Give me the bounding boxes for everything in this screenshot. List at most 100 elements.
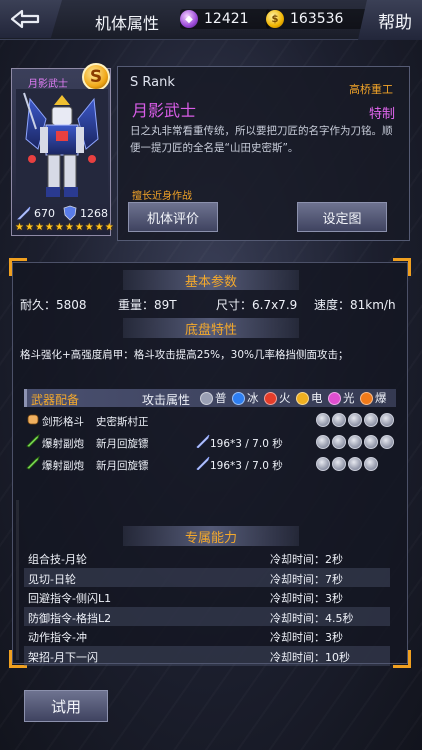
element-slot-icon bbox=[348, 457, 362, 471]
custom-tag: 特制 bbox=[368, 107, 395, 122]
rank-badge: S bbox=[82, 63, 110, 91]
sword-icon bbox=[17, 206, 31, 220]
page-title: 机体属性 bbox=[95, 14, 160, 33]
back-button[interactable] bbox=[0, 0, 62, 38]
unit-evaluation-button[interactable]: 机体评价 bbox=[128, 202, 218, 232]
ability-row[interactable]: 动作指令-冲 冷却时间：3秒 bbox=[24, 626, 390, 646]
element-slot-icon bbox=[316, 457, 330, 471]
info-panel: S Rank 高桥重工 月影武士 特制 日之丸非常看重传统，所以要把刀匠的名字作… bbox=[117, 66, 410, 241]
element-slot-icon bbox=[364, 457, 378, 471]
weapon-row[interactable]: 剑形格斗 史密斯村正 bbox=[24, 412, 396, 430]
weapon-name: 新月回旋镖 bbox=[96, 460, 149, 472]
unit-card[interactable]: 月影武士 S 670 1268 ★ ★ ★ ★ ★ ★ ★ ★ ★ ★ bbox=[11, 63, 114, 236]
element-slot-icon bbox=[380, 435, 394, 449]
electric-element-icon bbox=[296, 391, 309, 405]
ability-cooldown: 冷却时间：2秒 bbox=[270, 553, 343, 566]
element-slot-icon bbox=[316, 435, 330, 449]
panel-corner-decoration bbox=[393, 258, 411, 276]
star-rating: ★ ★ ★ ★ ★ ★ ★ ★ ★ ★ bbox=[15, 222, 114, 233]
ability-row[interactable]: 回避指令-侧闪L1 冷却时间：3秒 bbox=[24, 587, 390, 607]
ability-cooldown: 冷却时间：10秒 bbox=[270, 650, 350, 664]
explosive-element-icon bbox=[360, 391, 373, 405]
scrollbar[interactable] bbox=[16, 500, 19, 660]
diamond-icon: ◆ bbox=[180, 10, 198, 28]
chassis-title: 底盘特性 bbox=[123, 318, 299, 338]
element-slot-icon bbox=[380, 413, 394, 427]
durability-stat: 耐久：5808 bbox=[20, 298, 87, 312]
gold-coin-icon: $ bbox=[266, 10, 284, 28]
ability-name: 架招-月下一闪 bbox=[28, 650, 98, 664]
back-arrow-icon bbox=[10, 9, 40, 29]
weapon-damage: 196*3 / 7.0 秒 bbox=[210, 460, 283, 472]
specialty-label: 擅长近身作战 bbox=[132, 191, 192, 202]
rank-text: S Rank bbox=[130, 75, 175, 90]
weapon-type: 爆射副炮 bbox=[42, 438, 84, 450]
element-light: 光 bbox=[328, 390, 355, 406]
ability-cooldown: 冷却时间：3秒 bbox=[270, 631, 343, 645]
concept-art-button[interactable]: 设定图 bbox=[297, 202, 387, 232]
gold-counter: $ 163536 bbox=[266, 9, 376, 29]
weapon-type: 剑形格斗 bbox=[42, 416, 84, 428]
ability-cooldown: 冷却时间：4.5秒 bbox=[270, 611, 354, 625]
ice-element-icon bbox=[232, 391, 245, 405]
weapon-header-label: 武器配备 bbox=[31, 393, 80, 407]
element-slot-icon bbox=[364, 435, 378, 449]
element-slot-icon bbox=[332, 413, 346, 427]
element-electric: 电 bbox=[296, 390, 323, 406]
weapon-header: 武器配备 攻击属性 普 冰 火 电 光 爆 bbox=[24, 389, 396, 407]
weapon-element-slots bbox=[316, 457, 378, 471]
diamond-value: 12421 bbox=[204, 11, 249, 27]
help-button[interactable]: 帮助 bbox=[358, 0, 422, 40]
diamond-counter: ◆ 12421 bbox=[180, 9, 270, 29]
blade-icon bbox=[196, 434, 210, 448]
weapon-name: 史密斯村正 bbox=[96, 416, 149, 428]
element-slot-icon bbox=[316, 413, 330, 427]
star-icon: ★ bbox=[104, 222, 114, 233]
trial-button[interactable]: 试用 bbox=[24, 690, 108, 722]
top-bar: 机体属性 ◆ 12421 $ 163536 帮助 bbox=[0, 0, 422, 40]
ability-list: 组合技-月轮 冷却时间：2秒 见切-日轮 冷却时间：7秒 回避指令-侧闪L1 冷… bbox=[24, 548, 390, 666]
ability-row[interactable]: 组合技-月轮 冷却时间：2秒 bbox=[24, 548, 390, 568]
basic-params-title: 基本参数 bbox=[123, 270, 299, 290]
weapon-damage: 196*3 / 7.0 秒 bbox=[210, 438, 283, 450]
card-unit-name: 月影武士 bbox=[28, 79, 68, 90]
mech-portrait bbox=[16, 89, 108, 204]
light-element-icon bbox=[328, 391, 341, 405]
special-abilities-title: 专属能力 bbox=[123, 526, 299, 546]
weight-stat: 重量：89T bbox=[118, 298, 177, 312]
speed-stat: 速度：81km/h bbox=[314, 298, 396, 312]
gold-value: 163536 bbox=[290, 11, 344, 27]
chassis-description: 格斗强化+高强度肩甲：格斗攻击提高25%，30%几率格挡侧面攻击； bbox=[20, 349, 349, 361]
star-icon: ★ bbox=[74, 222, 84, 233]
ability-name: 组合技-月轮 bbox=[28, 553, 87, 566]
element-slot-icon bbox=[348, 413, 362, 427]
star-icon: ★ bbox=[44, 222, 54, 233]
element-normal: 普 bbox=[200, 390, 227, 406]
element-slot-icon bbox=[332, 457, 346, 471]
blade-icon bbox=[196, 456, 210, 470]
panel-corner-decoration bbox=[393, 650, 411, 668]
ability-cooldown: 冷却时间：3秒 bbox=[270, 592, 343, 606]
star-icon: ★ bbox=[54, 222, 64, 233]
weapon-row[interactable]: 爆射副炮 新月回旋镖 196*3 / 7.0 秒 bbox=[24, 456, 396, 474]
fist-icon bbox=[27, 414, 39, 425]
gun-icon bbox=[26, 434, 40, 448]
weapon-element-slots bbox=[316, 413, 394, 427]
element-slot-icon bbox=[348, 435, 362, 449]
card-defense-value: 1268 bbox=[80, 207, 108, 220]
ability-name: 动作指令-冲 bbox=[28, 631, 87, 645]
element-slot-icon bbox=[364, 413, 378, 427]
ability-row[interactable]: 防御指令-格挡L2 冷却时间：4.5秒 bbox=[24, 606, 390, 627]
weapon-row[interactable]: 爆射副炮 新月回旋镖 196*3 / 7.0 秒 bbox=[24, 434, 396, 452]
element-slot-icon bbox=[332, 435, 346, 449]
card-attack-value: 670 bbox=[34, 207, 55, 220]
ability-row[interactable]: 见切-日轮 冷却时间：7秒 bbox=[24, 567, 390, 588]
weapon-element-slots bbox=[316, 435, 394, 449]
unit-description: 日之丸非常看重传统，所以要把刀匠的名字作为刀铭。顺便一提刀匠的全名是“山田史密斯… bbox=[130, 125, 393, 154]
ability-cooldown: 冷却时间：7秒 bbox=[270, 572, 343, 586]
star-icon: ★ bbox=[15, 222, 24, 233]
element-explosive: 爆 bbox=[360, 390, 387, 406]
ability-row[interactable]: 架招-月下一闪 冷却时间：10秒 bbox=[24, 645, 390, 666]
ability-name: 见切-日轮 bbox=[28, 572, 76, 586]
card-stats: 670 1268 bbox=[12, 203, 112, 221]
